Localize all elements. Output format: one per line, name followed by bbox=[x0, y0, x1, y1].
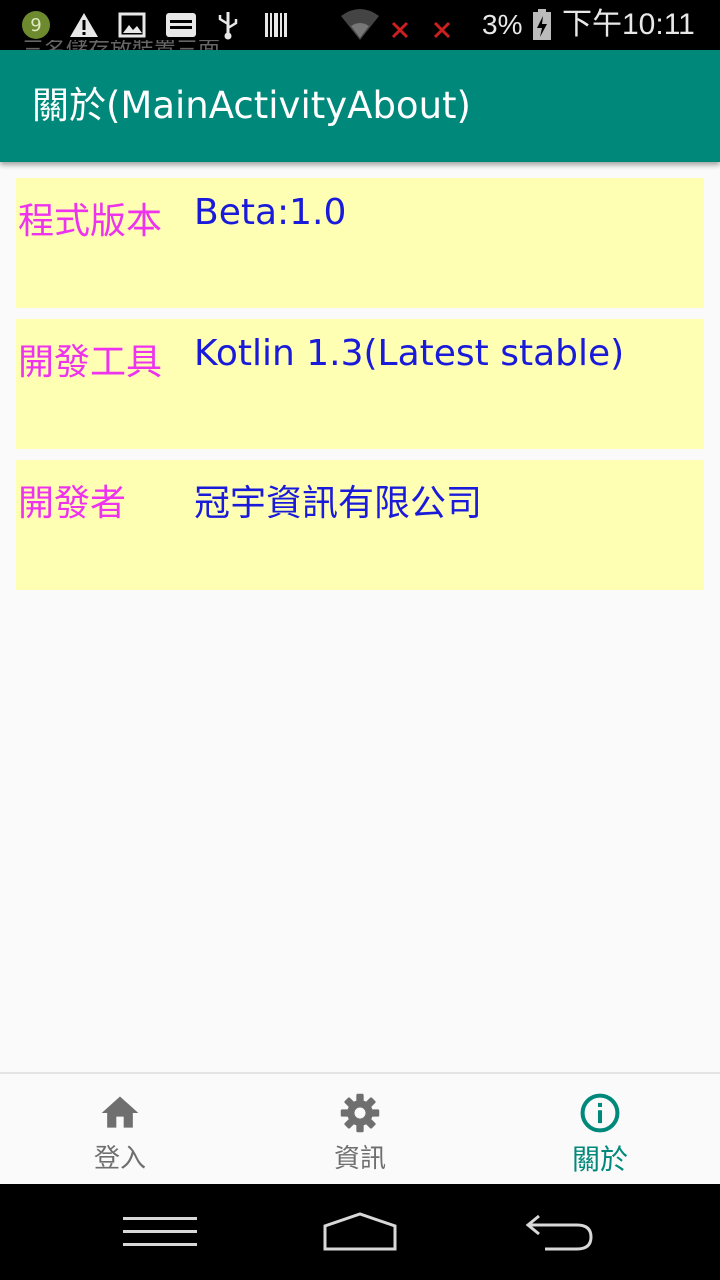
menu-icon[interactable] bbox=[100, 1184, 220, 1280]
bottom-navigation: 登入 資訊 關於 bbox=[0, 1072, 720, 1186]
home-icon[interactable] bbox=[300, 1184, 420, 1280]
developer-label: 開發者 bbox=[18, 483, 127, 524]
nav-item-about[interactable]: 關於 bbox=[480, 1074, 720, 1186]
info-row-dev-tool: 開發工具 Kotlin 1.3(Latest stable) bbox=[16, 319, 704, 449]
gear-icon bbox=[340, 1093, 380, 1133]
dev-tool-label: 開發工具 bbox=[18, 342, 163, 383]
nav-label-info: 資訊 bbox=[333, 1144, 386, 1174]
barcode-icon bbox=[262, 0, 290, 50]
nav-item-info[interactable]: 資訊 bbox=[240, 1074, 480, 1186]
developer-value: 冠宇資訊有限公司 bbox=[194, 483, 483, 524]
dev-tool-value: Kotlin 1.3(Latest stable) bbox=[194, 333, 625, 374]
system-navigation-bar bbox=[0, 1184, 720, 1280]
app-bar: 關於(MainActivityAbout) bbox=[0, 50, 720, 162]
info-icon bbox=[580, 1093, 620, 1133]
nav-item-login[interactable]: 登入 bbox=[0, 1074, 240, 1186]
info-list: 程式版本 Beta:1.0 開發工具 Kotlin 1.3(Latest sta… bbox=[16, 178, 704, 601]
signal-x-icon bbox=[428, 0, 456, 50]
wifi-off-icon bbox=[338, 0, 382, 50]
svg-text:9: 9 bbox=[30, 15, 41, 36]
battery-charging-icon bbox=[530, 0, 554, 50]
nav-label-login: 登入 bbox=[93, 1144, 146, 1174]
nav-label-about: 關於 bbox=[571, 1143, 628, 1176]
back-icon[interactable] bbox=[500, 1184, 620, 1280]
home-icon bbox=[101, 1096, 139, 1128]
page-title: 關於(MainActivityAbout) bbox=[32, 84, 471, 127]
signal-x-icon bbox=[386, 0, 414, 50]
version-label: 程式版本 bbox=[18, 201, 163, 242]
version-value: Beta:1.0 bbox=[194, 192, 347, 233]
info-row-version: 程式版本 Beta:1.0 bbox=[16, 178, 704, 308]
info-row-developer: 開發者 冠宇資訊有限公司 bbox=[16, 460, 704, 590]
